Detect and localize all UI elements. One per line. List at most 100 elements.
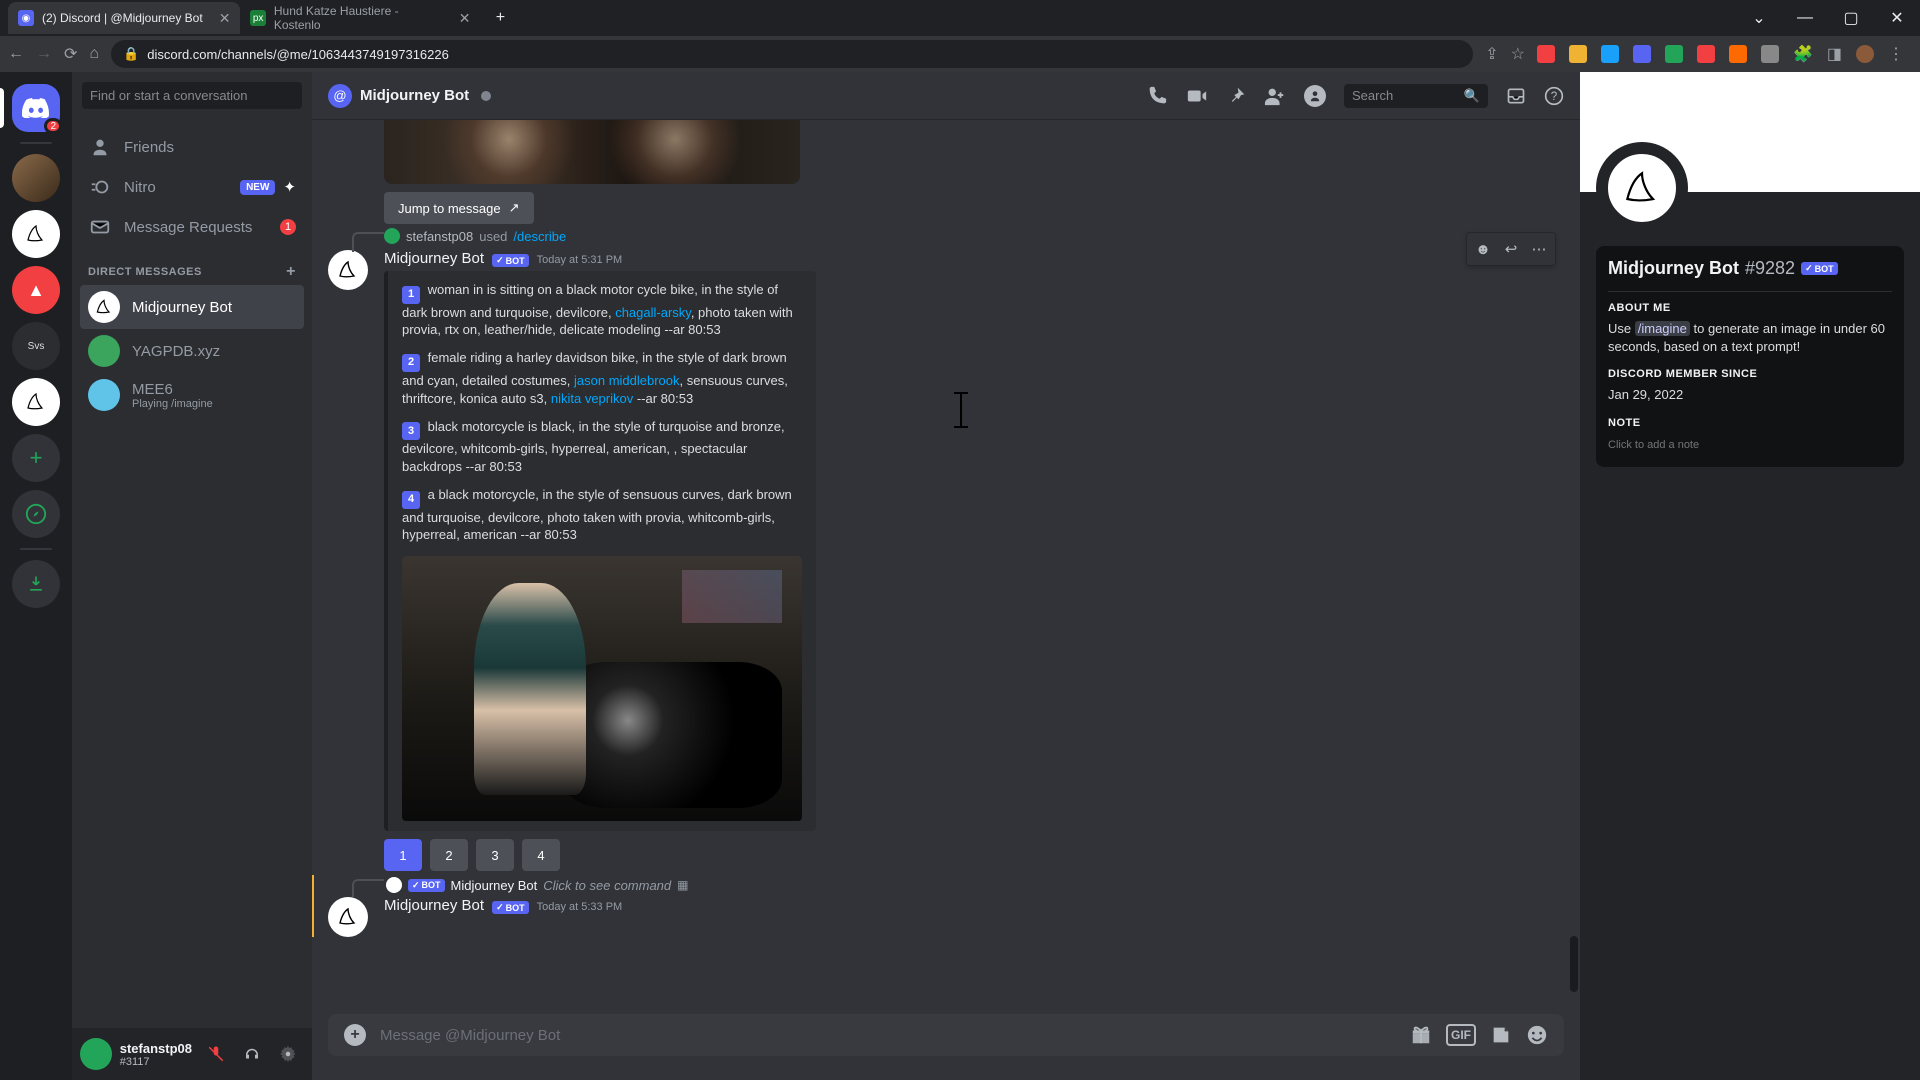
attach-plus-icon[interactable]: +: [344, 1024, 366, 1046]
message-author[interactable]: Midjourney Bot: [384, 250, 484, 267]
dm-item-yagpdb[interactable]: YAGPDB.xyz: [80, 329, 304, 373]
composer-box[interactable]: + Message @Midjourney Bot GIF: [328, 1014, 1564, 1056]
reload-icon[interactable]: ⟳: [64, 44, 77, 64]
component-row: 1 2 3 4: [384, 839, 1564, 871]
extension-icon[interactable]: [1729, 45, 1747, 63]
click-to-see-command[interactable]: Click to see command: [543, 878, 671, 893]
guild-server[interactable]: [12, 378, 60, 426]
reply-reference[interactable]: stefanstp08 used /describe: [384, 228, 566, 244]
option-1-button[interactable]: 1: [384, 839, 422, 871]
more-icon[interactable]: ⋯: [1525, 235, 1553, 263]
link[interactable]: chagall-arsky: [615, 305, 691, 320]
settings-gear-icon[interactable]: [272, 1038, 304, 1070]
url-input[interactable]: 🔒 discord.com/channels/@me/1063443749197…: [111, 40, 1473, 68]
dm-item-midjourney[interactable]: Midjourney Bot: [80, 285, 304, 329]
close-window-icon[interactable]: ✕: [1874, 2, 1920, 34]
browser-tab-inactive[interactable]: px Hund Katze Haustiere - Kostenlo ✕: [240, 2, 480, 34]
link[interactable]: jason middlebrook: [574, 373, 680, 388]
extension-icon[interactable]: [1665, 45, 1683, 63]
bookmark-icon[interactable]: ☆: [1511, 44, 1525, 64]
share-icon[interactable]: ⇪: [1485, 44, 1498, 64]
extension-icon[interactable]: [1761, 45, 1779, 63]
user-avatar[interactable]: [80, 1038, 112, 1070]
sidebar-item-nitro[interactable]: Nitro NEW ✦: [80, 167, 304, 207]
gift-icon[interactable]: [1410, 1024, 1432, 1046]
pinned-messages-icon[interactable]: [1226, 86, 1246, 106]
sidebar-item-friends[interactable]: Friends: [80, 127, 304, 167]
add-reaction-icon[interactable]: ☻: [1469, 235, 1497, 263]
guild-server[interactable]: [12, 210, 60, 258]
back-icon[interactable]: ←: [8, 45, 24, 63]
about-me-text: Use /imagine to generate an image in und…: [1608, 320, 1892, 356]
message-list[interactable]: Jump to message ↗ stefanstp08 used /desc…: [312, 120, 1580, 1014]
embed-description[interactable]: 1 woman in is sitting on a black motor c…: [402, 281, 802, 544]
previous-message-image[interactable]: [384, 120, 800, 184]
profile-avatar[interactable]: [1602, 148, 1682, 228]
dm-item-mee6[interactable]: MEE6 Playing /imagine: [80, 373, 304, 417]
create-dm-icon[interactable]: +: [286, 263, 296, 281]
guild-server[interactable]: ▲: [12, 266, 60, 314]
message-avatar[interactable]: [328, 250, 368, 290]
extension-icon[interactable]: [1537, 45, 1555, 63]
extension-icon[interactable]: [1633, 45, 1651, 63]
home-icon[interactable]: ⌂: [89, 45, 99, 63]
sticker-icon[interactable]: [1490, 1024, 1512, 1046]
search-input[interactable]: Search 🔍: [1344, 84, 1488, 108]
browser-tab-active[interactable]: ◉ (2) Discord | @Midjourney Bot ✕: [8, 2, 240, 34]
option-2-button[interactable]: 2: [430, 839, 468, 871]
sparkle-icon: ✦: [283, 178, 296, 196]
option-3-button[interactable]: 3: [476, 839, 514, 871]
emoji-icon[interactable]: [1526, 1024, 1548, 1046]
deafen-icon[interactable]: [236, 1038, 268, 1070]
sidebar-item-message-requests[interactable]: Message Requests 1: [80, 207, 304, 247]
add-friend-icon[interactable]: [1264, 85, 1286, 107]
embed-image[interactable]: [402, 556, 802, 821]
extensions-puzzle-icon[interactable]: 🧩: [1793, 44, 1813, 64]
link[interactable]: nikita veprikov: [551, 391, 633, 406]
chevron-down-icon[interactable]: ⌄: [1736, 2, 1782, 34]
home-button[interactable]: 2: [12, 84, 60, 132]
extension-icon[interactable]: [1697, 45, 1715, 63]
reply-reference[interactable]: BOT Midjourney Bot Click to see command …: [386, 877, 689, 893]
close-tab-icon[interactable]: ✕: [459, 10, 471, 27]
close-tab-icon[interactable]: ✕: [219, 10, 231, 27]
hide-profile-icon[interactable]: [1304, 85, 1326, 107]
sidepanel-icon[interactable]: ◨: [1827, 44, 1842, 64]
svg-text:?: ?: [1551, 90, 1558, 103]
member-since-heading: DISCORD MEMBER SINCE: [1608, 368, 1892, 380]
gif-icon[interactable]: GIF: [1446, 1024, 1476, 1046]
maximize-icon[interactable]: ▢: [1828, 2, 1874, 34]
add-server-button[interactable]: +: [12, 434, 60, 482]
new-tab-button[interactable]: +: [486, 4, 514, 32]
message-avatar[interactable]: [328, 897, 368, 937]
keycap-4-icon: 4: [402, 491, 420, 509]
scrollbar-thumb[interactable]: [1570, 936, 1578, 992]
message-input[interactable]: Message @Midjourney Bot: [380, 1027, 1396, 1044]
extension-icon[interactable]: [1601, 45, 1619, 63]
minimize-icon[interactable]: —: [1782, 2, 1828, 34]
explore-servers-button[interactable]: [12, 490, 60, 538]
dm-search-input[interactable]: Find or start a conversation: [82, 82, 302, 109]
extension-icon[interactable]: [1569, 45, 1587, 63]
guild-folder[interactable]: Svs: [12, 322, 60, 370]
menu-dots-icon[interactable]: ⋮: [1888, 44, 1904, 64]
voice-call-icon[interactable]: [1146, 85, 1168, 107]
dm-avatar: [88, 379, 120, 411]
note-input[interactable]: [1608, 435, 1892, 455]
video-call-icon[interactable]: [1186, 85, 1208, 107]
option-4-button[interactable]: 4: [522, 839, 560, 871]
message-author[interactable]: Midjourney Bot: [384, 897, 484, 914]
profile-avatar-icon[interactable]: [1856, 45, 1874, 63]
jump-to-message-button[interactable]: Jump to message ↗: [384, 192, 534, 224]
bot-badge: BOT: [408, 879, 445, 892]
reply-icon[interactable]: ↩: [1497, 235, 1525, 263]
download-apps-button[interactable]: [12, 560, 60, 608]
help-icon[interactable]: ?: [1544, 86, 1564, 106]
inbox-icon[interactable]: [1506, 86, 1526, 106]
mute-mic-icon[interactable]: [200, 1038, 232, 1070]
user-info[interactable]: stefanstp08 #3117: [120, 1041, 192, 1068]
forward-icon[interactable]: →: [36, 45, 52, 63]
desc-text: a black motorcycle, in the style of sens…: [402, 487, 792, 542]
guild-server[interactable]: [12, 154, 60, 202]
command-mention[interactable]: /imagine: [1635, 321, 1690, 336]
